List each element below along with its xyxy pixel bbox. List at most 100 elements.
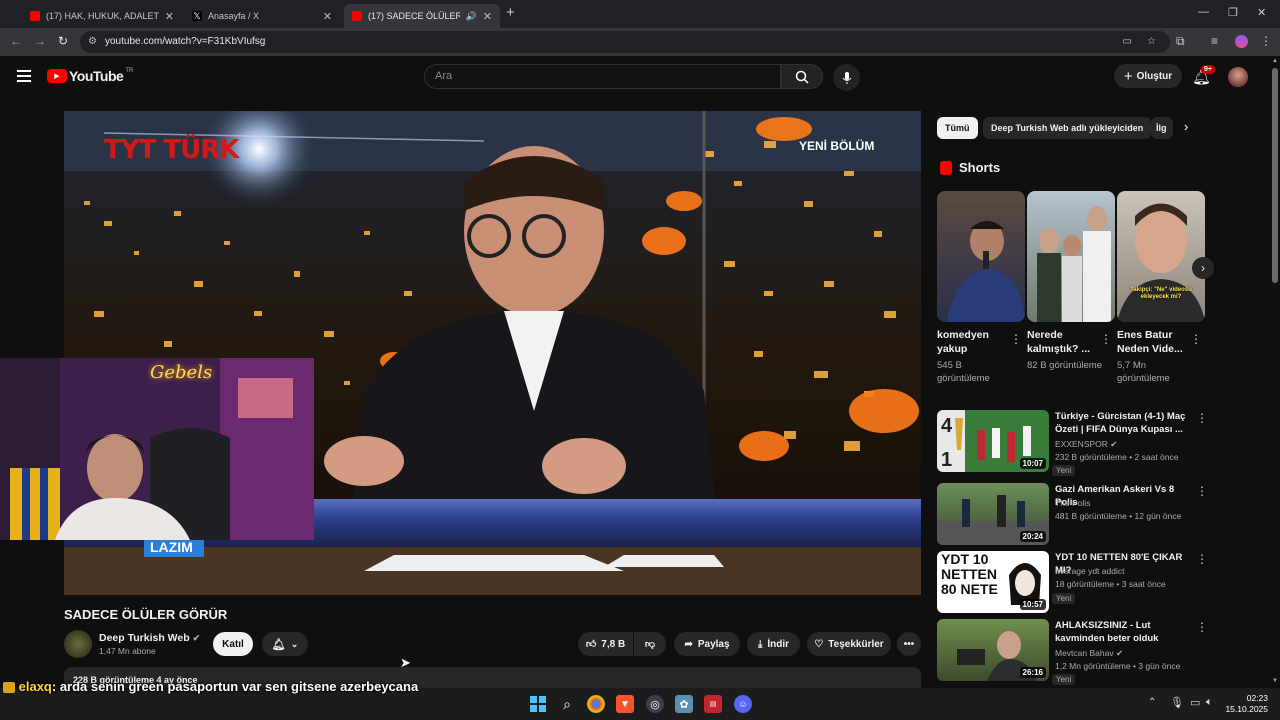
short-views: 82 B görüntüleme	[1027, 360, 1102, 371]
voice-search-button[interactable]	[833, 64, 860, 91]
close-tab-icon[interactable]: ✕	[323, 10, 332, 23]
discord-icon[interactable]: ☺	[734, 695, 752, 713]
video-menu-icon[interactable]: ⋮	[1196, 411, 1208, 425]
clock[interactable]: 02:23 15.10.2025	[1222, 693, 1268, 715]
share-arrow-icon: ➦	[684, 638, 693, 650]
short-thumb[interactable]	[937, 191, 1025, 322]
stream-chat-overlay: elaxq: arda senin green pasaportun var s…	[0, 676, 520, 720]
like-button[interactable]: 👍︎ 7,8 B	[578, 632, 633, 656]
microphone-tray-icon[interactable]: 🎙︎	[1170, 696, 1184, 709]
channel-avatar[interactable]	[64, 630, 92, 658]
join-button[interactable]: Katıl	[213, 632, 253, 656]
reload-icon[interactable]: ↻	[58, 34, 68, 48]
short-thumb[interactable]	[1027, 191, 1115, 322]
channel-name[interactable]: Deep Turkish Web	[99, 632, 190, 644]
close-window-icon[interactable]: ✕	[1257, 6, 1266, 19]
chevron-right-icon[interactable]: ›	[1184, 119, 1188, 134]
create-button[interactable]: + Oluştur	[1114, 64, 1182, 88]
start-menu-icon[interactable]	[529, 695, 547, 713]
scroll-down-icon[interactable]: ▼	[1272, 678, 1278, 684]
webcam-overlay: Gebels	[0, 358, 314, 540]
short-menu-icon[interactable]: ⋮	[1010, 332, 1022, 346]
region-code: TR	[125, 68, 134, 74]
account-avatar[interactable]	[1228, 67, 1248, 87]
short-title[interactable]: Enes Batur Neden Vide...	[1117, 328, 1192, 356]
short-thumb[interactable]: Takipçi: "Ne" videosu ekleyecek mi?	[1117, 191, 1205, 322]
volume-icon[interactable]: 🔈︎	[1206, 696, 1213, 709]
verified-check-icon: ✔	[1115, 648, 1124, 658]
video-thumbnail[interactable]: 26:16	[937, 619, 1049, 681]
search-button[interactable]	[781, 64, 823, 89]
short-title[interactable]: komedyen yakup	[937, 328, 1012, 356]
scrollbar-thumb[interactable]	[1272, 68, 1278, 283]
video-thumbnail[interactable]: 4 1 10:07	[937, 410, 1049, 472]
video-menu-icon[interactable]: ⋮	[1196, 620, 1208, 634]
thanks-button[interactable]: ♡ Teşekkürler	[807, 632, 891, 656]
extensions-icon[interactable]: ⧉	[1176, 34, 1185, 49]
tab-1[interactable]: (17) HAK, HUKUK, ADALET | Ma ✕	[22, 4, 182, 28]
speaker-icon[interactable]: 🔊	[466, 11, 477, 22]
rec-channel: EXXENSPOR ✔	[1055, 439, 1205, 450]
video-thumbnail[interactable]: 20:24	[937, 483, 1049, 545]
close-tab-icon[interactable]: ✕	[483, 10, 492, 23]
minimize-icon[interactable]: —	[1198, 6, 1209, 18]
url-field[interactable]: ⚙ youtube.com/watch?v=F31KbVIufsg ▭ ☆	[80, 31, 1170, 53]
youtube-logo[interactable]: ▶ YouTube TR	[47, 68, 133, 84]
tv-channel-logo: TYT TÜRK	[104, 135, 239, 165]
channel-name-row[interactable]: Deep Turkish Web ✔	[99, 632, 200, 644]
short-menu-icon[interactable]: ⋮	[1190, 332, 1202, 346]
chip-related[interactable]: İlg	[1151, 117, 1173, 139]
chevron-down-icon: ⌄	[290, 638, 299, 649]
shorts-next-icon[interactable]: ›	[1192, 257, 1214, 279]
verified-check-icon: ✔	[192, 633, 201, 643]
dislike-button[interactable]: 👎︎	[634, 632, 666, 656]
plus-icon: +	[1123, 67, 1133, 85]
more-actions-button[interactable]: •••	[897, 632, 921, 656]
short-title[interactable]: Nerede kalmıştık? ...	[1027, 328, 1102, 356]
restore-icon[interactable]: ❐	[1228, 6, 1238, 19]
brave-icon[interactable]: ▼	[616, 695, 634, 713]
short-image	[1037, 206, 1111, 322]
reading-list-icon[interactable]: ≡	[1211, 34, 1218, 48]
hamburger-menu-icon[interactable]	[17, 70, 31, 82]
tab-2[interactable]: 𝕏 Anasayfa / X ✕	[184, 4, 340, 28]
video-menu-icon[interactable]: ⋮	[1196, 552, 1208, 566]
page-scrollbar[interactable]: ▲ ▼	[1270, 56, 1280, 688]
rec-channel: The Polis	[1055, 498, 1091, 508]
video-menu-icon[interactable]: ⋮	[1196, 484, 1208, 498]
tab-3-active[interactable]: (17) SADECE ÖLÜLER GÖRÜ 🔊 ✕	[344, 4, 500, 28]
site-info-icon[interactable]: ⚙	[88, 31, 97, 53]
chip-all[interactable]: Tümü	[937, 117, 978, 139]
cast-icon[interactable]: ▭	[1123, 31, 1132, 53]
short-menu-icon[interactable]: ⋮	[1100, 332, 1112, 346]
tray-expand-icon[interactable]: ⌃	[1148, 697, 1156, 708]
close-tab-icon[interactable]: ✕	[165, 10, 174, 23]
profile-avatar[interactable]	[1235, 35, 1248, 48]
tab-title: Anasayfa / X	[208, 11, 260, 21]
subscription-bell-button[interactable]: 🔔︎ ⌄	[262, 632, 308, 656]
thanks-label: Teşekkürler	[828, 638, 884, 650]
download-button[interactable]: ⤓ İndir	[747, 632, 800, 656]
browser-menu-icon[interactable]: ⋮	[1260, 34, 1272, 48]
app-icon[interactable]: ▤	[704, 695, 722, 713]
rec-title[interactable]: Türkiye - Gürcistan (4-1) Maç Özeti | FI…	[1055, 410, 1195, 436]
app-icon[interactable]: ✿	[675, 695, 693, 713]
video-thumbnail[interactable]: YDT 10 NETTEN 80 NETE 10:57	[937, 551, 1049, 613]
clock-date: 15.10.2025	[1225, 704, 1268, 714]
share-button[interactable]: ➦ Paylaş	[674, 632, 740, 656]
new-episode-overlay: YENİ BÖLÜM	[799, 139, 875, 153]
forward-icon[interactable]: →	[34, 34, 46, 48]
scroll-up-icon[interactable]: ▲	[1272, 58, 1278, 64]
chrome-icon[interactable]	[587, 695, 605, 713]
search-icon[interactable]: ⌕	[558, 695, 576, 713]
duration-badge: 10:07	[1019, 458, 1046, 469]
obs-icon[interactable]: ◎	[646, 695, 664, 713]
new-tab-button[interactable]: +	[506, 4, 515, 21]
back-icon[interactable]: ←	[10, 34, 22, 48]
bookmark-star-icon[interactable]: ☆	[1147, 31, 1156, 53]
chip-from-uploader[interactable]: Deep Turkish Web adlı yükleyiciden	[983, 117, 1152, 139]
rec-title[interactable]: AHLAKSIZSINIZ - Lut kavminden beter oldu…	[1055, 619, 1195, 645]
search-input[interactable]: Ara	[424, 64, 781, 89]
rec-meta: 481 B görüntüleme • 12 gün önce	[1055, 511, 1182, 521]
network-icon[interactable]: ▭	[1190, 696, 1200, 709]
